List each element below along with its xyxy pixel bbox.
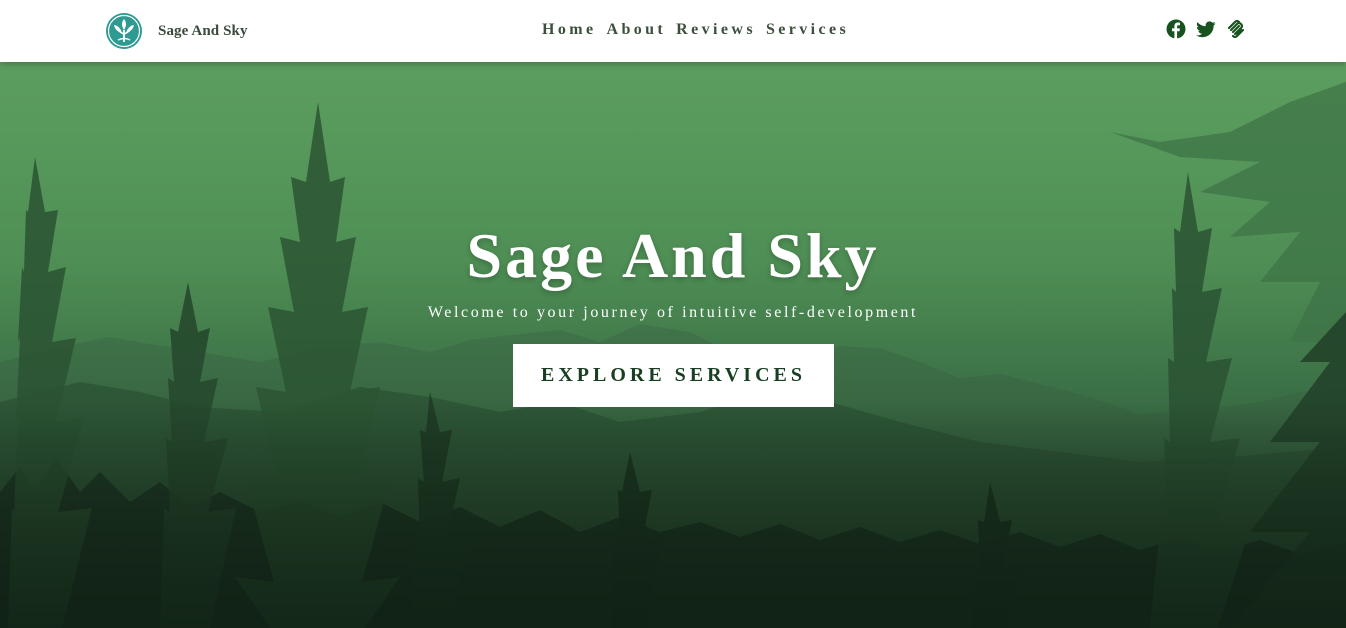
social-links: [1166, 19, 1256, 39]
nav-link-home[interactable]: Home: [542, 20, 596, 40]
twitter-icon[interactable]: [1196, 19, 1216, 39]
main-nav: Home About Reviews Services: [542, 20, 859, 40]
hero-subtitle: Welcome to your journey of intuitive sel…: [427, 304, 919, 321]
lotus-tree-icon: [106, 13, 142, 49]
explore-services-button[interactable]: EXPLORE SERVICES: [513, 344, 834, 407]
nav-link-about[interactable]: About: [606, 20, 666, 40]
hero-section: Sage And Sky Welcome to your journey of …: [0, 62, 1346, 628]
squarespace-icon[interactable]: [1226, 19, 1246, 39]
brand-name: Sage And Sky: [158, 22, 248, 39]
navbar: Sage And Sky Home About Reviews Services: [0, 0, 1346, 62]
brand-link[interactable]: Sage And Sky: [105, 12, 248, 50]
nav-link-reviews[interactable]: Reviews: [676, 20, 756, 40]
facebook-icon[interactable]: [1166, 19, 1186, 39]
nav-link-services[interactable]: Services: [766, 20, 849, 40]
hero-title: Sage And Sky: [466, 220, 880, 291]
